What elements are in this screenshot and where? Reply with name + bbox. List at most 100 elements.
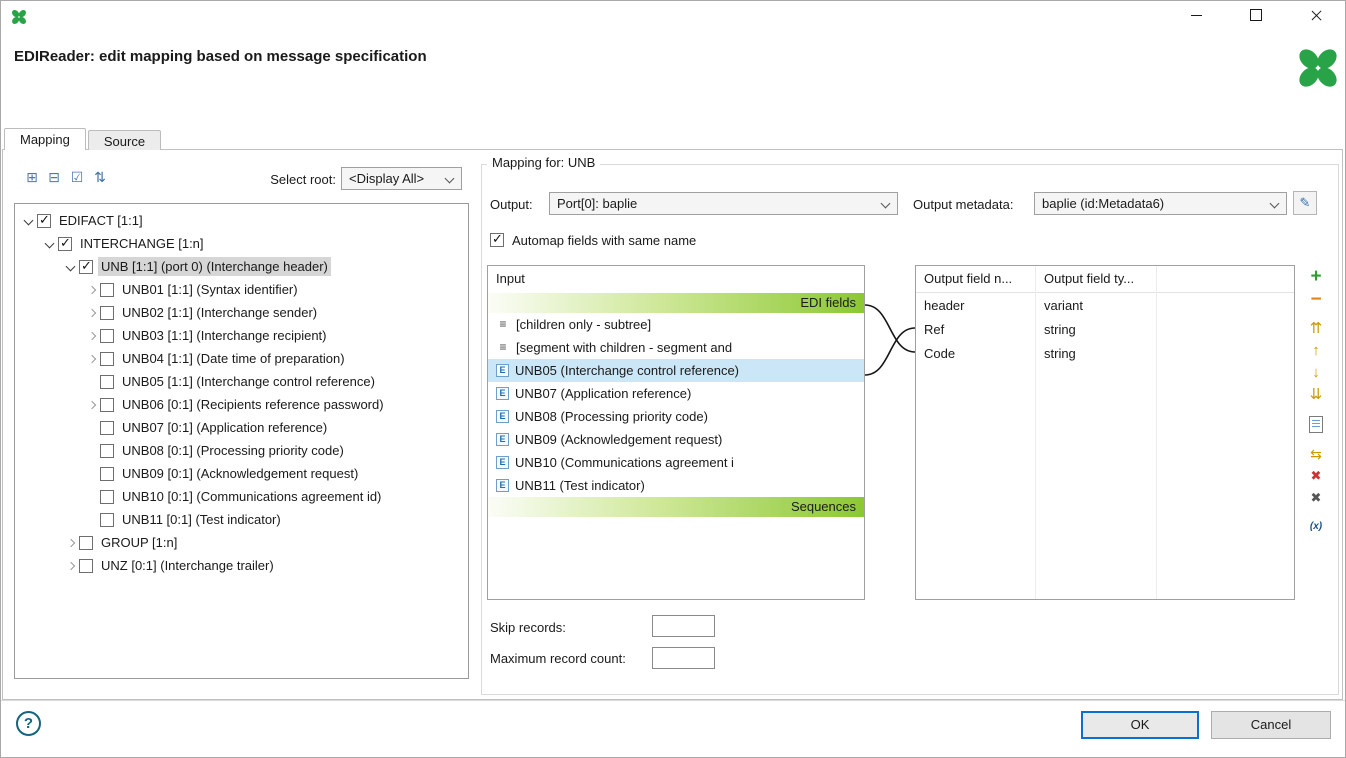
checkbox[interactable] <box>100 467 114 481</box>
select-root-value: <Display All> <box>349 171 424 186</box>
input-item[interactable]: EUNB11 (Test indicator) <box>488 474 864 497</box>
ok-button[interactable]: OK <box>1081 711 1199 739</box>
help-button[interactable]: ? <box>16 711 41 736</box>
move-up-button[interactable]: ↑ <box>1304 339 1328 361</box>
sort-icon[interactable]: ⇅ <box>90 167 110 187</box>
remove-field-button[interactable]: − <box>1304 289 1328 311</box>
checkbox[interactable] <box>100 329 114 343</box>
output-row[interactable]: Ref string <box>916 317 1294 341</box>
maximize-button[interactable] <box>1233 0 1279 30</box>
tree-item[interactable]: UNB01 [1:1] (Syntax identifier) <box>15 278 468 301</box>
tree-item[interactable]: UNB06 [0:1] (Recipients reference passwo… <box>15 393 468 416</box>
map-by-name-button[interactable]: ⇆ <box>1304 443 1328 465</box>
checkbox[interactable] <box>100 444 114 458</box>
tree-item[interactable]: UNB09 [0:1] (Acknowledgement request) <box>15 462 468 485</box>
checkbox[interactable] <box>100 398 114 412</box>
tree-item[interactable]: UNZ [0:1] (Interchange trailer) <box>15 554 468 577</box>
automap-checkbox[interactable] <box>490 233 504 247</box>
checkbox[interactable] <box>79 536 93 550</box>
edi-field-icon: E <box>496 433 509 446</box>
move-top-button[interactable]: ⇈ <box>1304 317 1328 339</box>
column-divider <box>1156 266 1157 599</box>
tree-item-label: UNB [1:1] (port 0) (Interchange header) <box>98 257 331 276</box>
tree-item[interactable]: UNB11 [0:1] (Test indicator) <box>15 508 468 531</box>
cancel-button[interactable]: Cancel <box>1211 711 1331 739</box>
paste-fields-button[interactable] <box>1304 413 1328 435</box>
checkbox[interactable] <box>100 375 114 389</box>
output-port-combo[interactable]: Port[0]: baplie <box>549 192 898 215</box>
tree-item-label: UNB07 [0:1] (Application reference) <box>119 418 330 437</box>
edi-field-icon: E <box>496 456 509 469</box>
checkbox[interactable] <box>37 214 51 228</box>
minimize-icon <box>1191 15 1202 16</box>
output-field-name: Code <box>916 346 1036 361</box>
chevron-down-icon[interactable] <box>63 259 79 275</box>
move-bottom-button[interactable]: ⇊ <box>1304 383 1328 405</box>
chevron-right-icon[interactable] <box>84 351 100 367</box>
input-item-selected[interactable]: EUNB05 (Interchange control reference) <box>488 359 864 382</box>
tree-item-label: UNZ [0:1] (Interchange trailer) <box>98 556 277 575</box>
select-root-combo[interactable]: <Display All> <box>341 167 462 190</box>
edit-metadata-button[interactable]: ✎ <box>1293 191 1317 215</box>
tree-item[interactable]: UNB10 [0:1] (Communications agreement id… <box>15 485 468 508</box>
skip-records-input[interactable] <box>652 615 715 637</box>
chevron-right-icon[interactable] <box>63 558 79 574</box>
output-field-type-header[interactable]: Output field ty... <box>1036 266 1157 292</box>
tab-mapping[interactable]: Mapping <box>4 128 86 150</box>
input-item[interactable]: ≡[segment with children - segment and <box>488 336 864 359</box>
tree-item[interactable]: UNB04 [1:1] (Date time of preparation) <box>15 347 468 370</box>
add-field-button[interactable]: + <box>1304 266 1328 288</box>
output-metadata-combo[interactable]: baplie (id:Metadata6) <box>1034 192 1287 215</box>
checkbox[interactable] <box>100 306 114 320</box>
check-all-icon[interactable]: ☑ <box>67 167 87 187</box>
tab-source[interactable]: Source <box>88 130 161 150</box>
output-field-type: string <box>1036 346 1157 361</box>
chevron-down-icon[interactable] <box>42 236 58 252</box>
input-item[interactable]: EUNB10 (Communications agreement i <box>488 451 864 474</box>
tree-item[interactable]: UNB05 [1:1] (Interchange control referen… <box>15 370 468 393</box>
tree-item[interactable]: INTERCHANGE [1:n] <box>15 232 468 255</box>
edit-expression-button[interactable]: (x) <box>1304 515 1328 537</box>
chevron-right-icon[interactable] <box>63 535 79 551</box>
input-item[interactable]: ≡[children only - subtree] <box>488 313 864 336</box>
close-button[interactable] <box>1293 0 1339 30</box>
tree-item[interactable]: UNB03 [1:1] (Interchange recipient) <box>15 324 468 347</box>
output-field-name-header[interactable]: Output field n... <box>916 266 1036 292</box>
checkbox[interactable] <box>100 490 114 504</box>
chevron-right-icon[interactable] <box>84 328 100 344</box>
max-record-count-input[interactable] <box>652 647 715 669</box>
output-row[interactable]: Code string <box>916 341 1294 365</box>
cancel-all-mappings-button[interactable]: ✖ <box>1304 487 1328 509</box>
input-item[interactable]: EUNB08 (Processing priority code) <box>488 405 864 428</box>
output-field-type: string <box>1036 322 1157 337</box>
checkbox[interactable] <box>58 237 72 251</box>
chevron-right-icon[interactable] <box>84 305 100 321</box>
checkbox[interactable] <box>79 559 93 573</box>
input-item[interactable]: EUNB07 (Application reference) <box>488 382 864 405</box>
checkbox[interactable] <box>100 421 114 435</box>
expand-all-icon[interactable]: ⊞ <box>22 167 42 187</box>
tree-item[interactable]: UNB02 [1:1] (Interchange sender) <box>15 301 468 324</box>
move-down-button[interactable]: ↓ <box>1304 361 1328 383</box>
checkbox[interactable] <box>100 283 114 297</box>
chevron-right-icon[interactable] <box>84 397 100 413</box>
subtree-icon: ≡ <box>496 341 510 354</box>
input-item[interactable]: EUNB09 (Acknowledgement request) <box>488 428 864 451</box>
tree-item[interactable]: UNB08 [0:1] (Processing priority code) <box>15 439 468 462</box>
tree-item[interactable]: UNB07 [0:1] (Application reference) <box>15 416 468 439</box>
checkbox[interactable] <box>100 513 114 527</box>
input-column-header[interactable]: Input <box>488 266 864 293</box>
minimize-button[interactable] <box>1173 0 1219 30</box>
chevron-right-icon[interactable] <box>84 282 100 298</box>
cancel-mapping-button[interactable]: ✖ <box>1304 465 1328 487</box>
checkbox[interactable] <box>100 352 114 366</box>
automap-label: Automap fields with same name <box>512 233 696 248</box>
checkbox[interactable] <box>79 260 93 274</box>
chevron-down-icon[interactable] <box>21 213 37 229</box>
tree-item-selected[interactable]: UNB [1:1] (port 0) (Interchange header) <box>15 255 468 278</box>
app-clover-icon <box>10 8 28 26</box>
tree-item[interactable]: EDIFACT [1:1] <box>15 209 468 232</box>
output-row[interactable]: header variant <box>916 293 1294 317</box>
collapse-all-icon[interactable]: ⊟ <box>44 167 64 187</box>
tree-item[interactable]: GROUP [1:n] <box>15 531 468 554</box>
